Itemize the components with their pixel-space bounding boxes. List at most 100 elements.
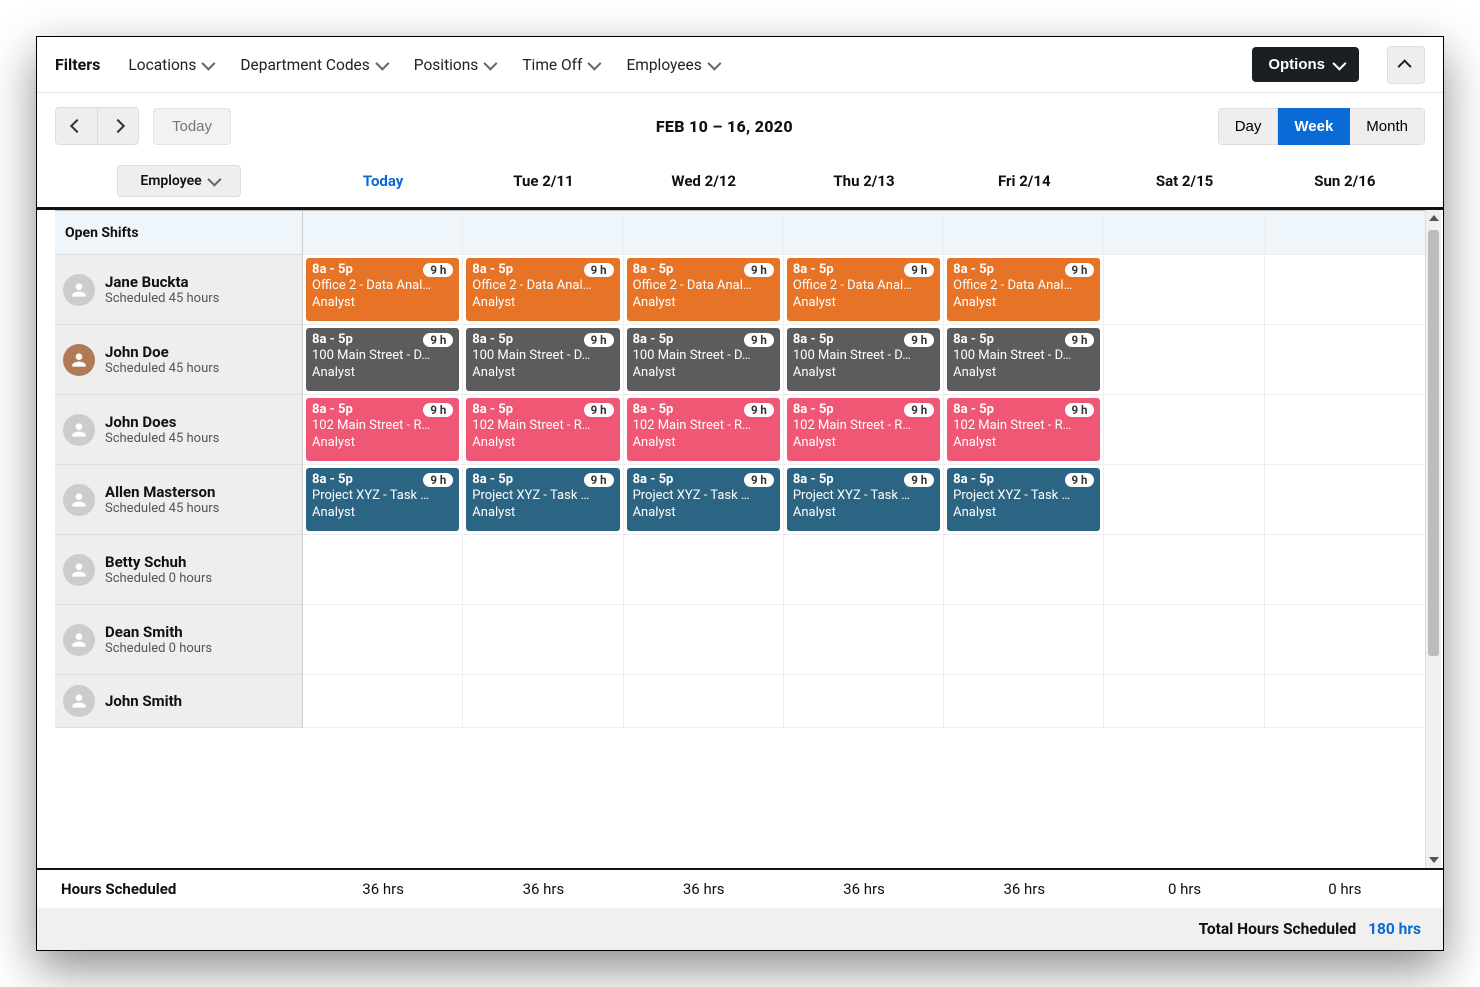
day-cell[interactable] (463, 675, 623, 728)
day-cell[interactable] (463, 605, 623, 675)
day-cell[interactable]: 8a - 5p9 h102 Main Street - R…Analyst (463, 395, 623, 465)
day-cell[interactable]: 8a - 5p9 h100 Main Street - D…Analyst (303, 325, 463, 395)
day-cell[interactable] (784, 535, 944, 605)
day-cell[interactable] (1104, 605, 1264, 675)
day-cell[interactable] (1104, 325, 1264, 395)
day-cell[interactable] (463, 535, 623, 605)
employee-sort-button[interactable]: Employee (117, 165, 240, 197)
day-cell[interactable] (303, 535, 463, 605)
day-cell[interactable] (303, 211, 463, 255)
employee-cell[interactable]: John DoeScheduled 45 hours (55, 325, 303, 395)
day-cell[interactable] (1265, 535, 1425, 605)
day-cell[interactable]: 8a - 5p9 h100 Main Street - D…Analyst (944, 325, 1104, 395)
filter-department-codes[interactable]: Department Codes (240, 56, 385, 74)
vertical-scrollbar[interactable] (1425, 210, 1441, 868)
day-cell[interactable] (624, 675, 784, 728)
shift-card[interactable]: 8a - 5p9 hOffice 2 - Data Anal…Analyst (466, 258, 619, 321)
day-header[interactable]: Tue 2/11 (463, 172, 623, 190)
shift-card[interactable]: 8a - 5p9 hProject XYZ - Task …Analyst (947, 468, 1100, 531)
employee-cell[interactable]: John Smith (55, 675, 303, 728)
day-cell[interactable] (1104, 211, 1264, 255)
day-cell[interactable]: 8a - 5p9 hOffice 2 - Data Anal…Analyst (784, 255, 944, 325)
day-cell[interactable] (624, 535, 784, 605)
day-cell[interactable] (1265, 605, 1425, 675)
day-header[interactable]: Sat 2/15 (1104, 172, 1264, 190)
day-cell[interactable] (303, 605, 463, 675)
day-cell[interactable] (1265, 325, 1425, 395)
day-cell[interactable]: 8a - 5p9 hProject XYZ - Task …Analyst (944, 465, 1104, 535)
day-cell[interactable] (1104, 535, 1264, 605)
employee-cell[interactable]: John DoesScheduled 45 hours (55, 395, 303, 465)
shift-card[interactable]: 8a - 5p9 hOffice 2 - Data Anal…Analyst (787, 258, 940, 321)
day-cell[interactable] (944, 605, 1104, 675)
day-cell[interactable] (303, 675, 463, 728)
day-cell[interactable] (944, 675, 1104, 728)
day-cell[interactable]: 8a - 5p9 h100 Main Street - D…Analyst (463, 325, 623, 395)
shift-card[interactable]: 8a - 5p9 hProject XYZ - Task …Analyst (466, 468, 619, 531)
day-cell[interactable]: 8a - 5p9 hOffice 2 - Data Anal…Analyst (463, 255, 623, 325)
shift-card[interactable]: 8a - 5p9 h100 Main Street - D…Analyst (627, 328, 780, 391)
shift-card[interactable]: 8a - 5p9 hOffice 2 - Data Anal…Analyst (627, 258, 780, 321)
filter-employees[interactable]: Employees (626, 56, 717, 74)
day-cell[interactable] (1104, 255, 1264, 325)
view-month-button[interactable]: Month (1350, 108, 1425, 145)
filter-positions[interactable]: Positions (414, 56, 495, 74)
day-cell[interactable]: 8a - 5p9 hProject XYZ - Task …Analyst (463, 465, 623, 535)
day-header[interactable]: Sun 2/16 (1265, 172, 1425, 190)
day-cell[interactable]: 8a - 5p9 hProject XYZ - Task …Analyst (303, 465, 463, 535)
day-cell[interactable] (1104, 675, 1264, 728)
shift-card[interactable]: 8a - 5p9 hOffice 2 - Data Anal…Analyst (947, 258, 1100, 321)
day-cell[interactable]: 8a - 5p9 h100 Main Street - D…Analyst (624, 325, 784, 395)
scroll-track[interactable] (1426, 226, 1441, 852)
view-day-button[interactable]: Day (1218, 108, 1279, 145)
day-cell[interactable]: 8a - 5p9 h100 Main Street - D…Analyst (784, 325, 944, 395)
scroll-down-button[interactable] (1426, 852, 1441, 868)
employee-cell[interactable]: Betty SchuhScheduled 0 hours (55, 535, 303, 605)
day-cell[interactable] (784, 675, 944, 728)
employee-cell[interactable]: Dean SmithScheduled 0 hours (55, 605, 303, 675)
day-cell[interactable]: 8a - 5p9 h102 Main Street - R…Analyst (624, 395, 784, 465)
shift-card[interactable]: 8a - 5p9 h102 Main Street - R…Analyst (306, 398, 459, 461)
day-cell[interactable] (944, 535, 1104, 605)
day-cell[interactable] (624, 211, 784, 255)
day-cell[interactable] (784, 211, 944, 255)
shift-card[interactable]: 8a - 5p9 h102 Main Street - R…Analyst (787, 398, 940, 461)
day-cell[interactable]: 8a - 5p9 hOffice 2 - Data Anal…Analyst (624, 255, 784, 325)
employee-cell[interactable]: Jane BucktaScheduled 45 hours (55, 255, 303, 325)
day-cell[interactable] (944, 211, 1104, 255)
shift-card[interactable]: 8a - 5p9 hProject XYZ - Task …Analyst (787, 468, 940, 531)
day-cell[interactable]: 8a - 5p9 hProject XYZ - Task …Analyst (784, 465, 944, 535)
day-header-today[interactable]: Today (303, 172, 463, 190)
shift-card[interactable]: 8a - 5p9 h100 Main Street - D…Analyst (306, 328, 459, 391)
filter-locations[interactable]: Locations (128, 56, 212, 74)
day-cell[interactable]: 8a - 5p9 hOffice 2 - Data Anal…Analyst (303, 255, 463, 325)
day-cell[interactable] (1265, 255, 1425, 325)
prev-week-button[interactable] (55, 107, 97, 145)
day-cell[interactable] (1265, 675, 1425, 728)
shift-card[interactable]: 8a - 5p9 h100 Main Street - D…Analyst (466, 328, 619, 391)
day-cell[interactable]: 8a - 5p9 h102 Main Street - R…Analyst (303, 395, 463, 465)
day-header[interactable]: Fri 2/14 (944, 172, 1104, 190)
next-week-button[interactable] (97, 107, 139, 145)
day-cell[interactable] (1104, 395, 1264, 465)
day-cell[interactable] (784, 605, 944, 675)
options-button[interactable]: Options (1252, 47, 1359, 82)
scroll-up-button[interactable] (1426, 210, 1441, 226)
shift-card[interactable]: 8a - 5p9 h102 Main Street - R…Analyst (947, 398, 1100, 461)
today-button[interactable]: Today (153, 108, 231, 145)
shift-card[interactable]: 8a - 5p9 h100 Main Street - D…Analyst (947, 328, 1100, 391)
day-cell[interactable]: 8a - 5p9 h102 Main Street - R…Analyst (944, 395, 1104, 465)
day-cell[interactable] (1265, 465, 1425, 535)
day-cell[interactable] (463, 211, 623, 255)
shift-card[interactable]: 8a - 5p9 h100 Main Street - D…Analyst (787, 328, 940, 391)
day-cell[interactable] (1265, 211, 1425, 255)
filter-time-off[interactable]: Time Off (522, 56, 598, 74)
view-week-button[interactable]: Week (1278, 108, 1350, 145)
shift-card[interactable]: 8a - 5p9 h102 Main Street - R…Analyst (627, 398, 780, 461)
day-cell[interactable] (1265, 395, 1425, 465)
day-cell[interactable]: 8a - 5p9 hOffice 2 - Data Anal…Analyst (944, 255, 1104, 325)
day-cell[interactable] (1104, 465, 1264, 535)
shift-card[interactable]: 8a - 5p9 h102 Main Street - R…Analyst (466, 398, 619, 461)
shift-card[interactable]: 8a - 5p9 hProject XYZ - Task …Analyst (627, 468, 780, 531)
shift-card[interactable]: 8a - 5p9 hProject XYZ - Task …Analyst (306, 468, 459, 531)
